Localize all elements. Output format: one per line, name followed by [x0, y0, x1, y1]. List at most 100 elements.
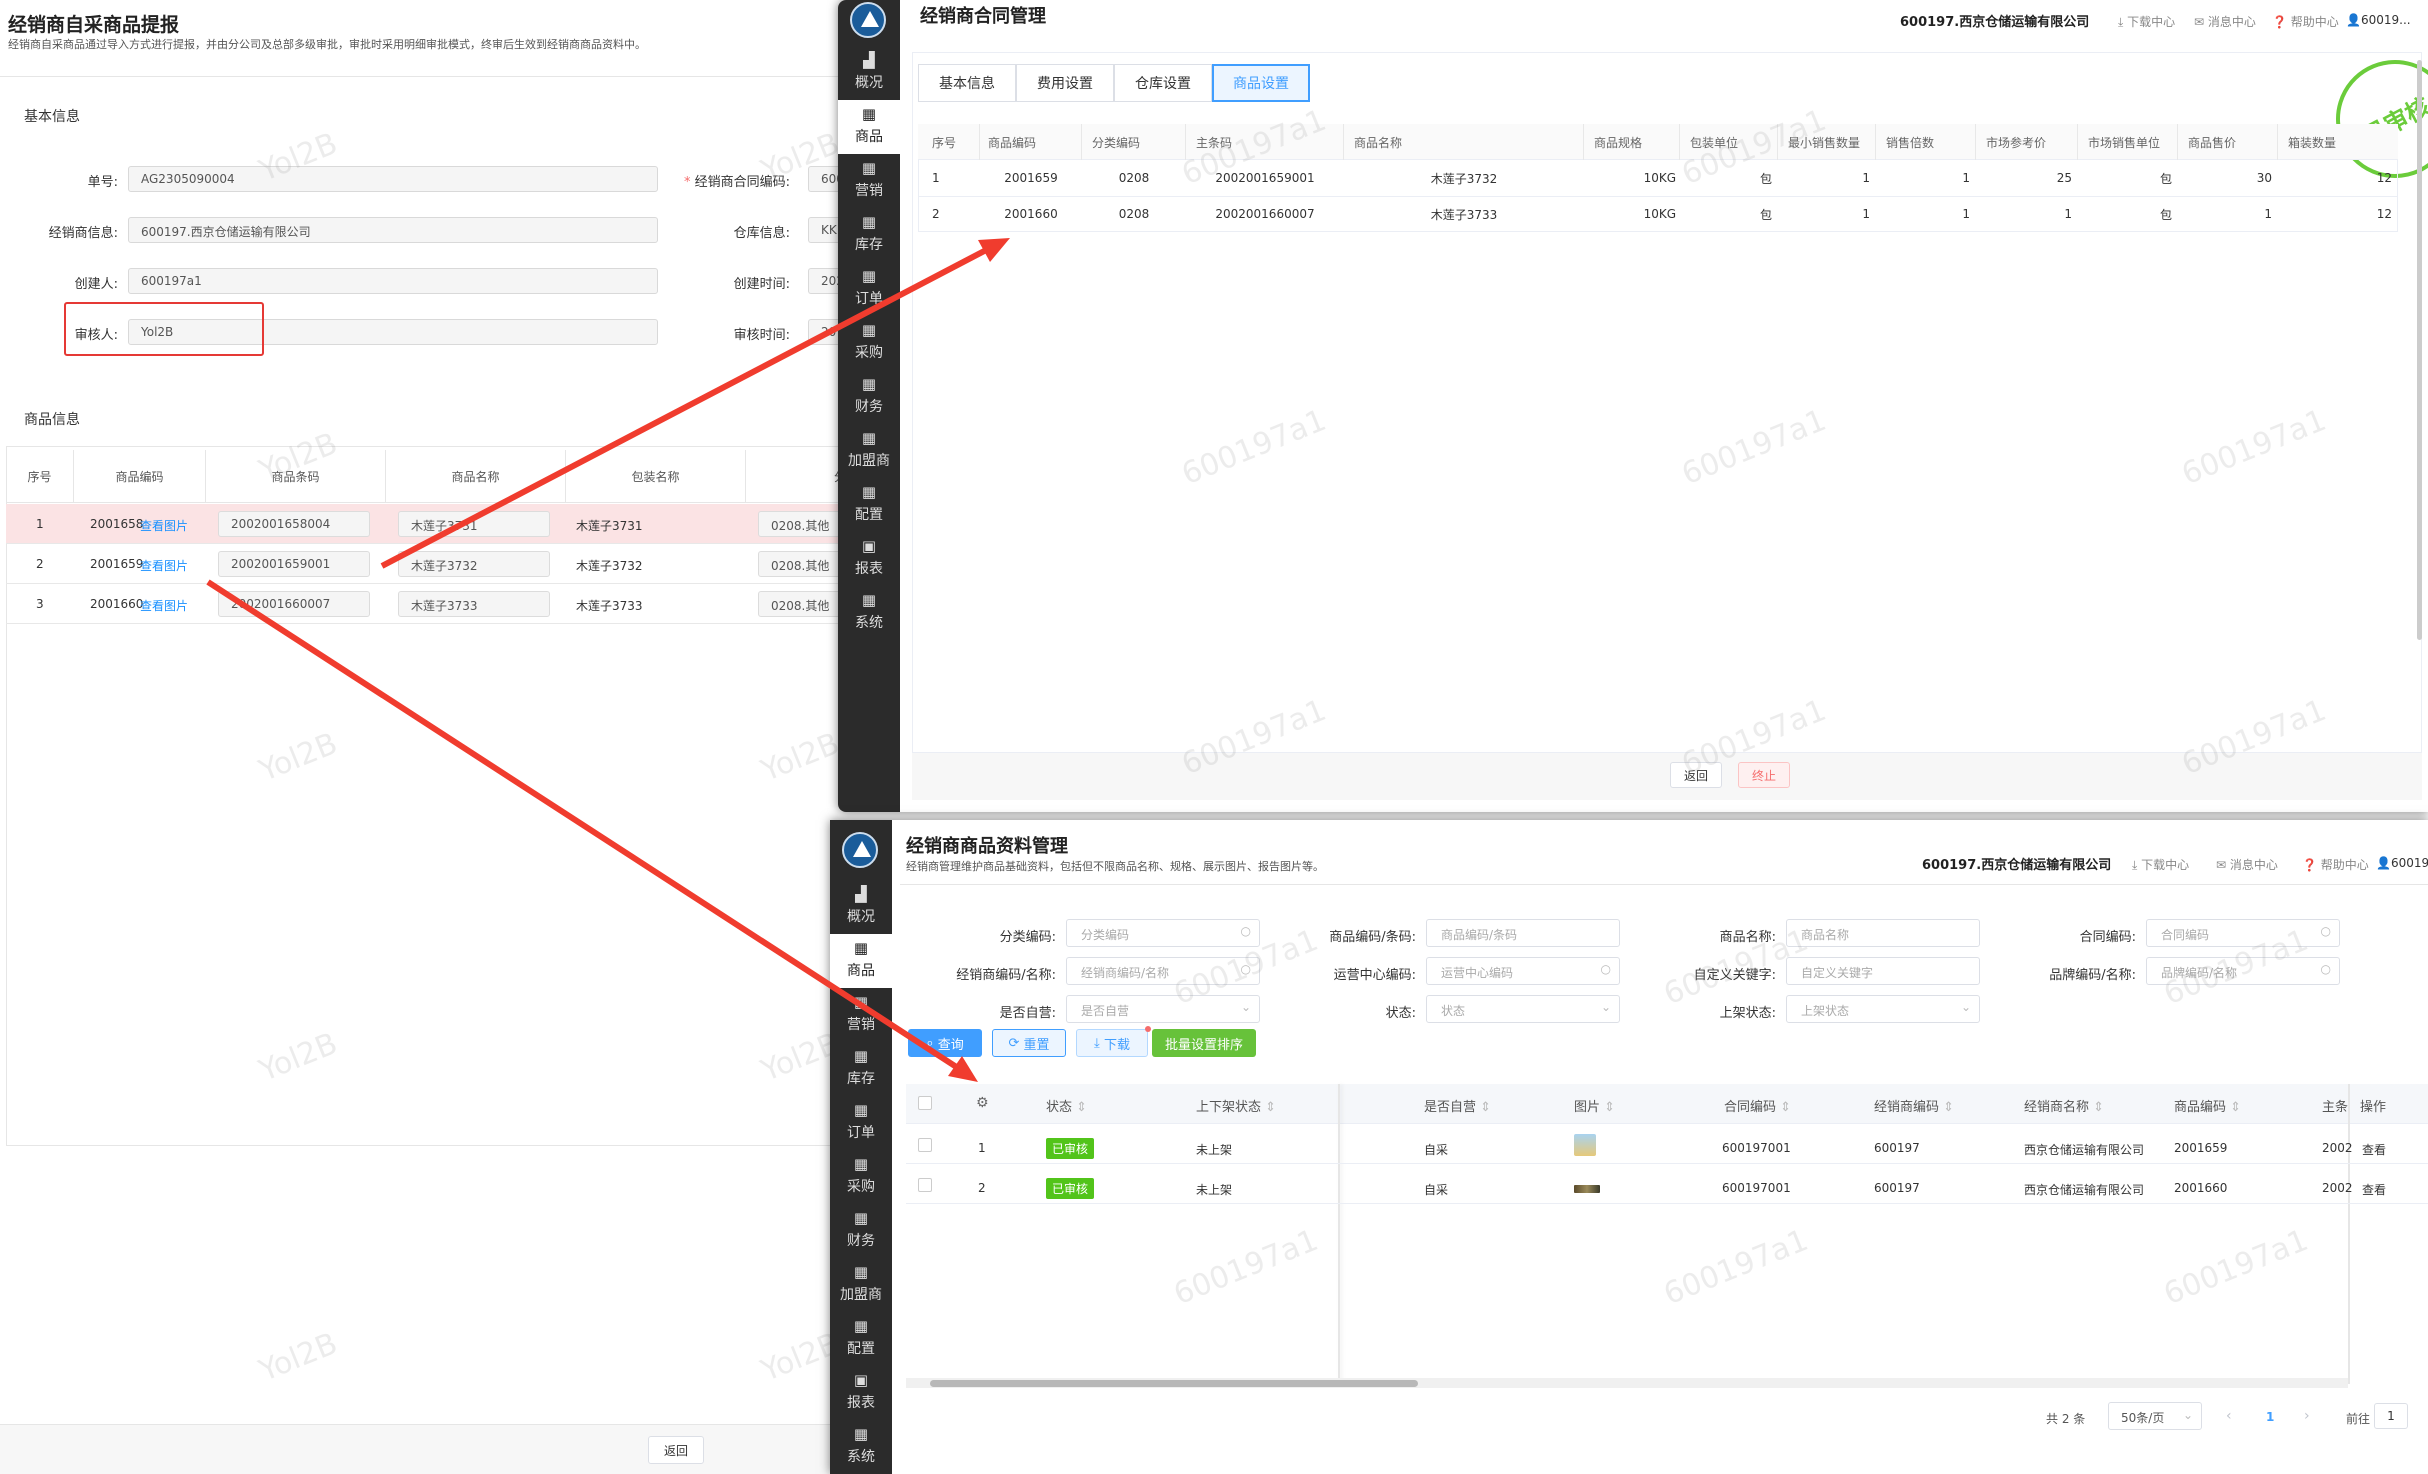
nav-goods[interactable]: ▦ 商品: [838, 100, 900, 154]
nav-purchase[interactable]: ▦ 采购: [838, 316, 900, 370]
name-field[interactable]: 木莲子3732: [398, 551, 550, 577]
nav-franchisee[interactable]: ▦ 加盟商: [830, 1258, 892, 1312]
nav-reports[interactable]: ▣ 报表: [830, 1366, 892, 1420]
notification-dot: [1145, 1026, 1151, 1032]
message-center-link[interactable]: ✉ 消息中心: [2216, 856, 2278, 873]
barcode-field[interactable]: 2002001658004: [218, 511, 370, 537]
product-thumbnail[interactable]: [1574, 1134, 1596, 1156]
filter-status-select[interactable]: 状态 ⌄: [1426, 995, 1620, 1023]
page-size-select[interactable]: 50条/页 ⌄: [2108, 1402, 2202, 1430]
nav-overview[interactable]: ▟ 概况: [830, 880, 892, 934]
row-no: 1: [36, 517, 44, 531]
sidebar: ▟ 概况 ▦ 商品 ▦ 营销 ▦ 库存 ▦ 订单 ▦ 采购 ▦ 财务 ▦ 加盟商 ▦ 配置 ▣ 报表…: [830, 820, 892, 1474]
help-center-link[interactable]: ❓ 帮助中心: [2302, 856, 2369, 873]
tab-fee-settings[interactable]: 费用设置: [1016, 64, 1114, 102]
filter-brand-input[interactable]: 品牌编码/名称 ○: [2146, 957, 2340, 985]
download-button[interactable]: ⤓ 下载: [1076, 1029, 1148, 1057]
status-badge: 已审核: [1046, 1178, 1095, 1199]
search-icon: ○: [2320, 924, 2331, 938]
barcode-field[interactable]: 2002001660007: [218, 591, 370, 617]
view-image-link[interactable]: 查看图片: [140, 557, 188, 574]
reset-button[interactable]: ⟳ 重置: [992, 1029, 1066, 1057]
stop-button[interactable]: 终止: [1738, 762, 1790, 788]
name-field[interactable]: 木莲子3733: [398, 591, 550, 617]
next-page-icon[interactable]: ›: [2304, 1408, 2310, 1424]
creator-field[interactable]: 600197a1: [128, 268, 658, 294]
filter-self-run-select[interactable]: 是否自营 ⌄: [1066, 995, 1260, 1023]
filter-category-input[interactable]: 分类编码 ○: [1066, 919, 1260, 947]
nav-system[interactable]: ▦ 系统: [838, 586, 900, 640]
horizontal-scrollbar[interactable]: [930, 1380, 1418, 1387]
category-field[interactable]: 0208.其他: [758, 511, 846, 537]
table-row[interactable]: 2 2001659 查看图片 2002001659001 木莲子3732 木莲子…: [6, 544, 846, 584]
nav-orders[interactable]: ▦ 订单: [838, 262, 900, 316]
view-link[interactable]: 查看: [2362, 1141, 2386, 1158]
nav-purchase[interactable]: ▦ 采购: [830, 1150, 892, 1204]
download-center-link[interactable]: ⤓ 下载中心: [2118, 13, 2175, 30]
table-row[interactable]: 1 2001658 查看图片 2002001658004 木莲子3731 木莲子…: [6, 504, 846, 544]
nav-finance[interactable]: ▦ 财务: [830, 1204, 892, 1258]
nav-system[interactable]: ▦ 系统: [830, 1420, 892, 1474]
grid-icon: ▦: [861, 429, 877, 447]
back-button[interactable]: 返回: [648, 1436, 704, 1464]
column-settings-gear-icon[interactable]: ⚙: [976, 1095, 989, 1111]
nav-marketing[interactable]: ▦ 营销: [838, 154, 900, 208]
nav-reports[interactable]: ▣ 报表: [838, 532, 900, 586]
grid-icon: ▦: [861, 267, 877, 285]
view-image-link[interactable]: 查看图片: [140, 517, 188, 534]
filter-goods-name-input[interactable]: 商品名称: [1786, 919, 1980, 947]
th-code: 商品编码: [74, 450, 206, 502]
nav-orders[interactable]: ▦ 订单: [830, 1096, 892, 1150]
barcode-field[interactable]: 2002001659001: [218, 551, 370, 577]
download-center-link[interactable]: ⤓ 下载中心: [2132, 856, 2189, 873]
nav-franchisee[interactable]: ▦ 加盟商: [838, 424, 900, 478]
filter-goods-code-input[interactable]: 商品编码/条码: [1426, 919, 1620, 947]
row-checkbox[interactable]: [918, 1178, 932, 1192]
category-field[interactable]: 0208.其他: [758, 551, 846, 577]
prev-page-icon[interactable]: ‹: [2226, 1408, 2232, 1424]
name-field[interactable]: 木莲子3731: [398, 511, 550, 537]
nav-inventory[interactable]: ▦ 库存: [830, 1042, 892, 1096]
tab-warehouse-settings[interactable]: 仓库设置: [1114, 64, 1212, 102]
goto-page-input[interactable]: 1: [2374, 1403, 2408, 1429]
query-button[interactable]: ⌕ 查询: [908, 1029, 982, 1057]
batch-sort-button[interactable]: 批量设置排序: [1152, 1029, 1256, 1057]
nav-goods[interactable]: ▦ 商品: [830, 934, 892, 988]
nav-overview[interactable]: ▟ 概况: [838, 46, 900, 100]
view-link[interactable]: 查看: [2362, 1181, 2386, 1198]
row-checkbox[interactable]: [918, 1138, 932, 1152]
dealer-info-field[interactable]: 600197.西京仓储运输有限公司: [128, 217, 658, 243]
scrollbar[interactable]: [2417, 60, 2422, 640]
help-center-link[interactable]: ❓ 帮助中心: [2272, 13, 2339, 30]
current-page[interactable]: 1: [2266, 1410, 2274, 1424]
refresh-icon: ⟳: [1008, 1035, 1024, 1051]
user-menu[interactable]: 👤60019...: [2376, 856, 2428, 870]
cell-goods-name: 木莲子3733: [1430, 207, 1498, 222]
view-image-link[interactable]: 查看图片: [140, 597, 188, 614]
filter-shelf-select[interactable]: 上架状态 ⌄: [1786, 995, 1980, 1023]
sort-icon: ⇕: [1480, 1100, 1492, 1115]
category-field[interactable]: 0208.其他: [758, 591, 846, 617]
message-center-link[interactable]: ✉ 消息中心: [2194, 13, 2256, 30]
table-row[interactable]: 3 2001660 查看图片 2002001660007 木莲子3733 木莲子…: [6, 584, 846, 624]
nav-finance[interactable]: ▦ 财务: [838, 370, 900, 424]
nav-config[interactable]: ▦ 配置: [830, 1312, 892, 1366]
window-footer: [912, 752, 2422, 800]
nav-marketing[interactable]: ▦ 营销: [830, 988, 892, 1042]
back-button[interactable]: 返回: [1670, 762, 1722, 788]
tab-basic-info[interactable]: 基本信息: [918, 64, 1016, 102]
tab-goods-settings[interactable]: 商品设置: [1212, 64, 1310, 102]
select-all-checkbox[interactable]: [918, 1096, 932, 1110]
filter-keyword-input[interactable]: 自定义关键字: [1786, 957, 1980, 985]
nav-inventory[interactable]: ▦ 库存: [838, 208, 900, 262]
product-thumbnail[interactable]: [1574, 1185, 1600, 1193]
filter-contract-input[interactable]: 合同编码 ○: [2146, 919, 2340, 947]
filter-dealer-input[interactable]: 经销商编码/名称 ○: [1066, 957, 1260, 985]
section-goods-info: 商品信息: [24, 412, 80, 428]
order-no-field[interactable]: AG2305090004: [128, 166, 658, 192]
cell-market-unit: 包: [2159, 207, 2172, 222]
building-icon: ▟: [855, 885, 867, 903]
filter-ops-center-input[interactable]: 运营中心编码 ○: [1426, 957, 1620, 985]
nav-config[interactable]: ▦ 配置: [838, 478, 900, 532]
user-menu[interactable]: 👤60019...: [2346, 13, 2411, 27]
